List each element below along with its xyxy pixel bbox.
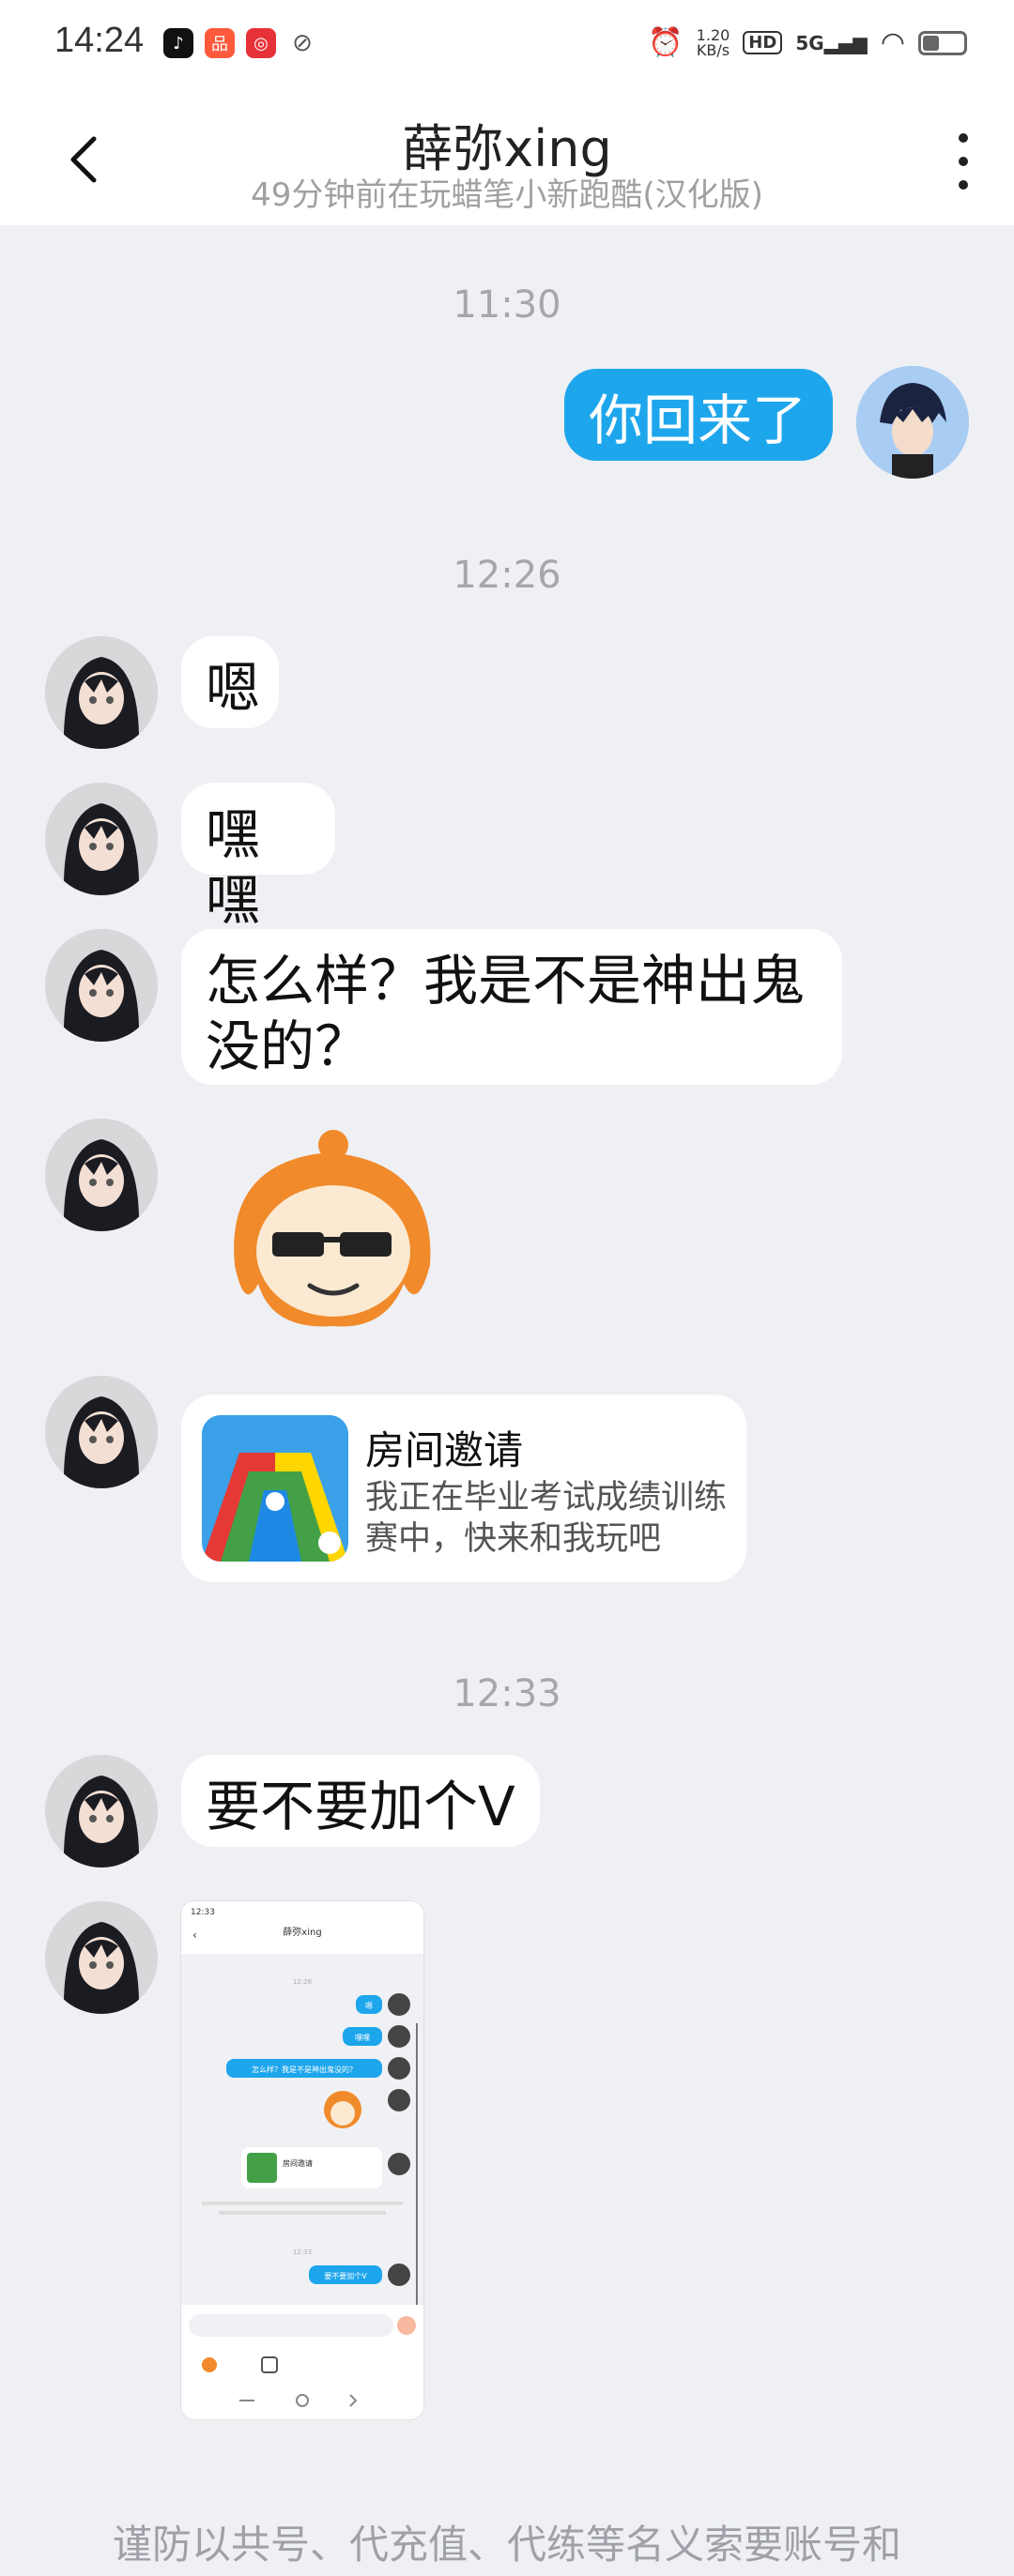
card-title: 房间邀请 [365,1427,524,1473]
sticker-message[interactable] [216,1124,451,1349]
svg-text:12:33: 12:33 [191,1908,215,1917]
contact-avatar[interactable] [45,1901,158,2014]
link-icon: ⊘ [292,29,313,57]
svg-text:‹: ‹ [192,1928,197,1942]
contact-avatar[interactable] [45,636,158,749]
chat-screenshot-image: 12:33 ‹ 薛弥xing 12:26 嗯 嘿嘿 怎么样？我是不是神出鬼没的？… [181,1901,423,2419]
message-bubble[interactable]: 嗯 [181,636,279,728]
svg-text:薛弥xing: 薛弥xing [283,1926,321,1938]
status-bar: 14:24 ♪ 品 ◎ ⊘ ⏰ 1.20 KB/s HD 5G▂▄▆ ◠ [0,0,1014,94]
status-indicators: ⏰ 1.20 KB/s HD 5G▂▄▆ ◠ [648,26,967,59]
status-time: 14:24 [54,21,145,60]
net-speed: 1.20 KB/s [696,25,730,59]
card-description: 我正在毕业考试成绩训练赛中，快来和我玩吧 [365,1479,728,1558]
svg-text:要不要加个V: 要不要加个V [324,2271,367,2280]
svg-text:房间邀请: 房间邀请 [283,2158,313,2168]
contact-avatar-icon [45,783,158,895]
chat-header: 薛弥xing 49分钟前在玩蜡笔小新跑酷(汉化版) [0,94,1014,225]
battery-icon [918,30,967,55]
tiktok-icon: ♪ [163,28,193,58]
app-notification-icon-2: ◎ [246,28,276,58]
alarm-icon: ⏰ [648,26,684,59]
svg-text:嘿嘿: 嘿嘿 [355,2034,370,2042]
contact-avatar-icon [45,1901,158,2014]
svg-text:嗯: 嗯 [365,2002,373,2010]
game-thumbnail [202,1415,348,1562]
hd-badge: HD [743,31,783,54]
timestamp: 12:26 [453,554,561,597]
image-message-screenshot[interactable]: 12:33 ‹ 薛弥xing 12:26 嗯 嘿嘿 怎么样？我是不是神出鬼没的？… [181,1901,423,2419]
sunglasses-sticker-icon [234,1130,431,1327]
contact-avatar-icon [45,1119,158,1231]
message-bubble[interactable]: 嘿嘿 [181,783,335,932]
status-app-icons: ♪ 品 ◎ ⊘ [163,28,317,58]
contact-avatar[interactable] [45,1119,158,1231]
contact-avatar-icon [45,1755,158,1867]
contact-avatar[interactable] [45,1376,158,1488]
contact-avatar[interactable] [45,929,158,1042]
battery-level [923,35,939,51]
svg-text:12:26: 12:26 [293,1978,313,1986]
timestamp: 11:30 [453,283,561,327]
rainbow-stairs-image-icon [202,1415,348,1562]
contact-avatar-icon [45,636,158,749]
wifi-icon: ◠ [880,26,905,59]
contact-activity: 49分钟前在玩蜡笔小新跑酷(汉化版) [251,176,763,214]
app-notification-icon: 品 [205,28,235,58]
user-avatar-icon [856,366,969,479]
safety-notice: 谨防以共号、代充值、代练等名义索要账号和 [112,2522,901,2568]
message-bubble[interactable]: 要不要加个V [181,1755,540,1847]
room-invite-card[interactable]: 房间邀请 我正在毕业考试成绩训练赛中，快来和我玩吧 [181,1395,746,1582]
message-bubble-self[interactable]: 你回来了 [564,369,833,461]
self-avatar[interactable] [856,366,969,479]
svg-text:怎么样？我是不是神出鬼没的？: 怎么样？我是不是神出鬼没的？ [252,2065,357,2074]
contact-avatar-icon [45,929,158,1042]
contact-avatar[interactable] [45,1755,158,1867]
more-options-button[interactable] [945,133,982,190]
signal-icon: 5G▂▄▆ [795,31,868,54]
svg-text:12:33: 12:33 [293,2248,312,2256]
message-bubble[interactable]: 怎么样？我是不是神出鬼没的？ [181,929,842,1085]
timestamp: 12:33 [453,1672,561,1715]
contact-avatar-icon [45,1376,158,1488]
contact-avatar[interactable] [45,783,158,895]
